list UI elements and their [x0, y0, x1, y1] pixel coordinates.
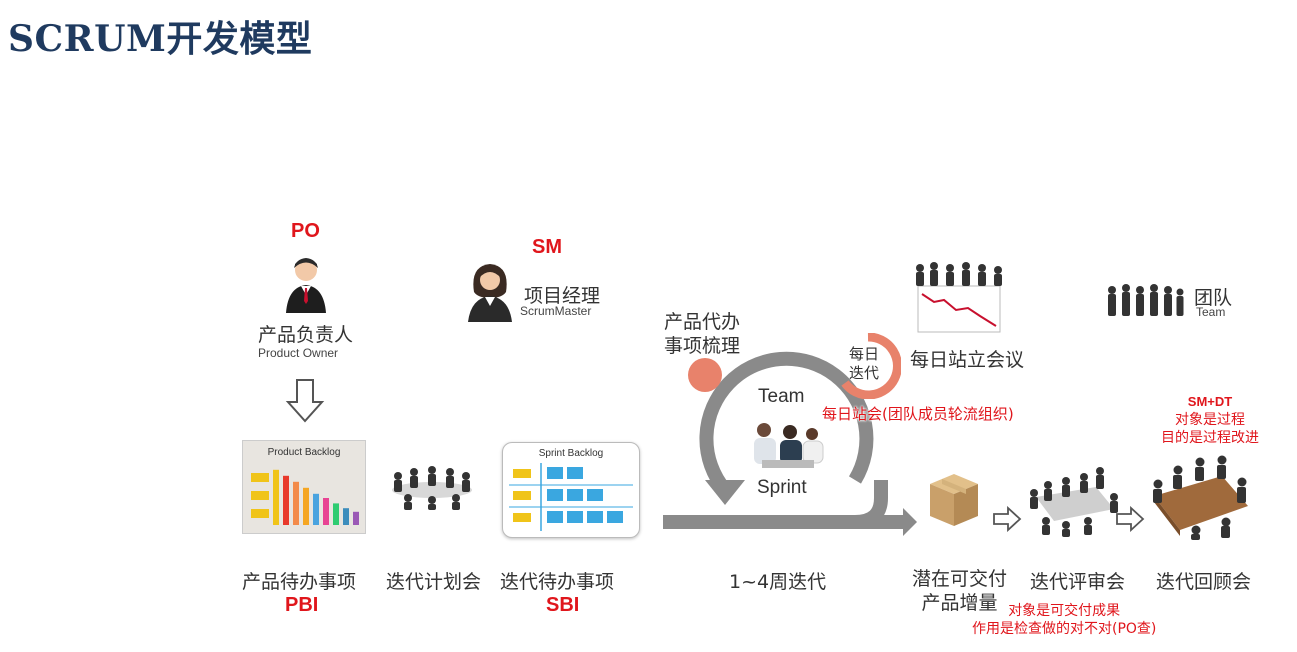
- backlog-bar: [333, 503, 339, 525]
- sprint-duration-label: 1~4周迭代: [729, 571, 827, 593]
- daily-standup-label: 每日站立会议: [910, 349, 1025, 371]
- scrum-master-icon: [466, 262, 514, 328]
- retro-note-line2: 对象是过程: [1175, 412, 1245, 428]
- down-arrow-icon: [285, 378, 325, 428]
- sprint-backlog-title: Sprint Backlog: [538, 448, 604, 459]
- backlog-tag-mark: [251, 491, 269, 500]
- product-backlog-card: Product Backlog: [242, 440, 366, 534]
- retro-note-line3: 目的是过程改进: [1161, 430, 1259, 446]
- daily-badge-line1: 每日: [849, 345, 880, 363]
- arrow-to-retro-icon: [1115, 505, 1145, 536]
- retro-note-line1: SM+DT: [1187, 394, 1233, 409]
- daily-iteration-badge: 每日 迭代: [835, 333, 901, 399]
- sbi-tag: SBI: [546, 594, 580, 616]
- backlog-bar: [343, 508, 349, 525]
- team-meeting-photo-icon: [742, 416, 832, 476]
- product-backlog-chart: [251, 469, 359, 525]
- sprint-backlog-card: Sprint Backlog: [502, 442, 640, 538]
- page-title: SCRUM开发模型: [8, 18, 313, 60]
- review-meeting-icon: [1026, 463, 1120, 541]
- backlog-bar: [293, 481, 299, 525]
- backlog-bar: [303, 487, 309, 525]
- po-cn-label: 产品负责人: [258, 324, 354, 346]
- planning-meeting-icon: [384, 462, 480, 514]
- planning-meeting-label: 迭代计划会: [386, 571, 482, 593]
- team-group-icon: [1104, 280, 1184, 324]
- daily-standup-chart-icon: [910, 258, 1006, 340]
- backlog-tag-mark: [251, 509, 269, 518]
- backlog-bar: [313, 493, 319, 525]
- sprint-loop-sprint-label: Sprint: [757, 477, 807, 498]
- backlog-bar: [353, 511, 359, 525]
- sm-tag: SM: [532, 236, 562, 258]
- sprint-loop-team-label: Team: [758, 386, 805, 407]
- daily-standup-note: 每日站会(团队成员轮流组织): [822, 405, 1014, 423]
- product-owner-icon: [284, 255, 328, 319]
- po-tag: PO: [291, 220, 320, 242]
- review-note-line1: 对象是可交付成果: [1008, 603, 1121, 619]
- team-en-label: Team: [1196, 305, 1226, 319]
- sm-en-label: ScrumMaster: [520, 304, 592, 318]
- product-backlog-title: Product Backlog: [267, 447, 341, 458]
- backlog-tag-mark: [251, 473, 269, 482]
- pbi-tag: PBI: [285, 594, 319, 616]
- review-note: 对象是可交付成果 作用是检查做的对不对(PO查): [972, 602, 1156, 638]
- retrospective-meeting-label: 迭代回顾会: [1156, 571, 1252, 593]
- backlog-bar: [323, 498, 329, 525]
- increment-line1: 潜在可交付: [912, 568, 1008, 590]
- review-meeting-label: 迭代评审会: [1030, 571, 1126, 593]
- po-en-label: Product Owner: [258, 346, 339, 360]
- product-backlog-label: 产品待办事项: [242, 571, 357, 593]
- sprint-backlog-label: 迭代待办事项: [500, 571, 615, 593]
- daily-badge-line2: 迭代: [849, 364, 880, 382]
- retro-note: SM+DT 对象是过程 目的是过程改进: [1150, 393, 1270, 447]
- sprint-backlog-board: [509, 463, 633, 531]
- backlog-bar: [273, 469, 279, 525]
- backlog-bar: [283, 475, 289, 525]
- retrospective-meeting-icon: [1148, 446, 1252, 544]
- product-box-icon: [928, 470, 980, 534]
- review-note-line2: 作用是检查做的对不对(PO查): [972, 621, 1157, 637]
- arrow-to-review-icon: [992, 505, 1022, 536]
